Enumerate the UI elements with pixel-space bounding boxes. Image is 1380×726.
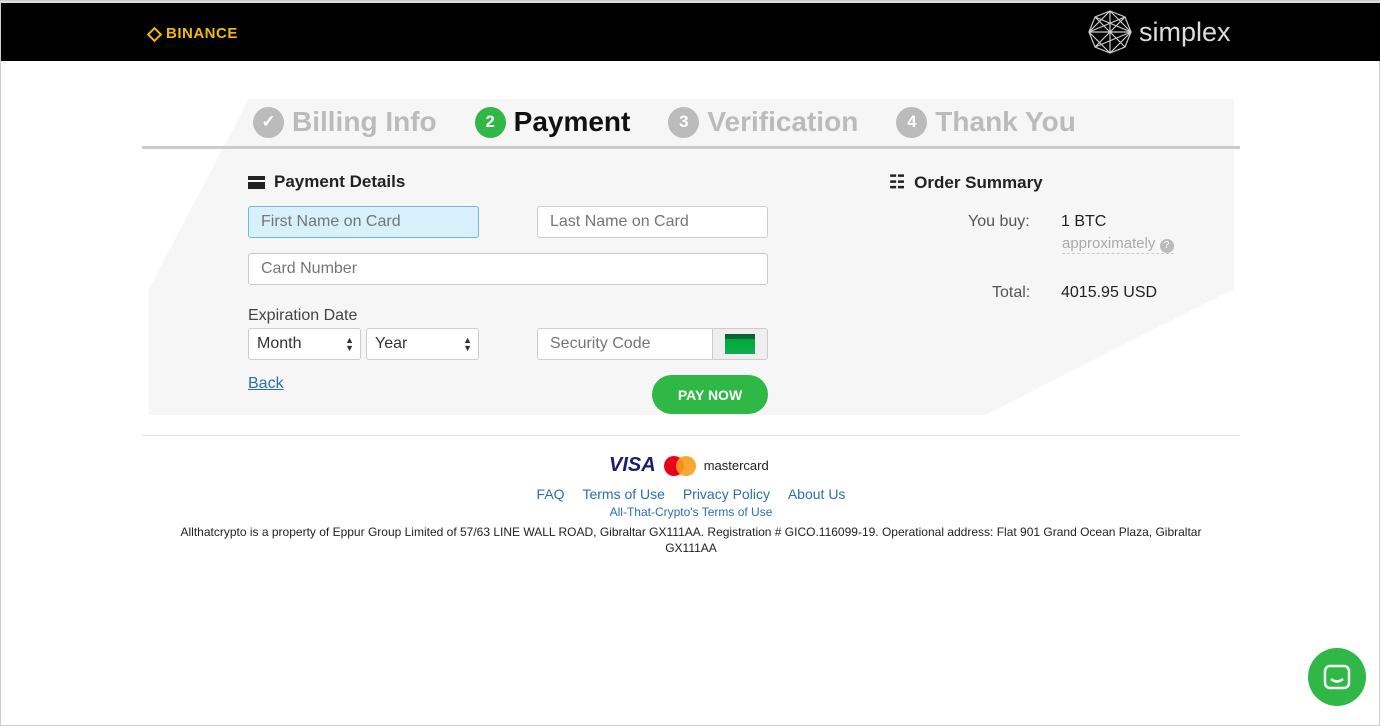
simplex-network-icon	[1088, 10, 1132, 54]
mastercard-logo: mastercard	[703, 458, 769, 473]
section-title: Payment Details	[274, 172, 406, 191]
about-link[interactable]: About Us	[788, 486, 846, 502]
chat-button[interactable]	[1308, 648, 1366, 706]
check-icon: ✓	[253, 106, 284, 138]
step-label: Thank You	[935, 106, 1076, 137]
atc-terms-link[interactable]: All-That-Crypto's Terms of Use	[610, 505, 773, 519]
payment-logos: VISA mastercard	[609, 454, 769, 477]
binance-logo: BINANCE	[146, 25, 238, 42]
footer-divider	[142, 435, 1240, 436]
section-title: Order Summary	[914, 172, 1043, 192]
step-label: Billing Info	[292, 106, 437, 137]
step-payment: 2 Payment	[474, 106, 631, 138]
terms-link[interactable]: Terms of Use	[582, 486, 664, 502]
payment-details-title: Payment Details	[248, 172, 405, 192]
binance-diamond-icon	[146, 26, 163, 42]
step-number: 4	[896, 106, 928, 138]
credit-card-icon	[248, 175, 265, 189]
step-label: Payment	[513, 106, 631, 137]
approx-label: approximately	[1062, 235, 1156, 252]
list-icon: ☷	[889, 172, 906, 192]
security-code-input[interactable]	[537, 328, 713, 360]
step-label: Verification	[707, 106, 859, 137]
legal-text: Allthatcrypto is a property of Eppur Gro…	[180, 525, 1202, 555]
simplex-logo: simplex	[1087, 9, 1231, 55]
last-name-input[interactable]	[537, 206, 768, 238]
chat-icon	[1323, 664, 1351, 690]
brand-name: BINANCE	[166, 25, 238, 42]
year-select[interactable]: Year ▲ ▼	[366, 328, 479, 360]
order-summary-title: ☷ Order Summary	[889, 172, 1043, 193]
step-number: 3	[668, 106, 700, 138]
month-select[interactable]: Month ▲ ▼	[248, 328, 361, 360]
pay-now-button[interactable]: PAY NOW	[652, 375, 768, 414]
total-value: 4015.95 USD	[1061, 284, 1158, 301]
approximately-tooltip[interactable]: approximately ?	[1062, 235, 1174, 254]
select-arrows-icon: ▲ ▼	[345, 335, 354, 353]
step-billing-info: ✓ Billing Info	[253, 106, 437, 138]
footer-links: FAQ Terms of Use Privacy Policy About Us…	[1, 486, 1380, 519]
step-thank-you: 4 Thank You	[896, 106, 1076, 138]
month-value: Month	[257, 335, 302, 352]
checkout-steps: ✓ Billing Info 2 Payment 3 Verification 4 Th…	[253, 99, 1076, 145]
you-buy-value: 1 BTC	[1061, 213, 1107, 230]
help-icon: ?	[1159, 239, 1174, 253]
steps-divider	[142, 146, 1240, 149]
total-label: Total:	[992, 284, 1031, 301]
faq-link[interactable]: FAQ	[537, 486, 565, 502]
first-name-input[interactable]	[248, 206, 479, 238]
top-bar: BINANCE simplex	[1, 1, 1380, 61]
cvv-card-icon	[712, 328, 768, 360]
partner-name: simplex	[1139, 16, 1231, 47]
step-number: 2	[474, 106, 506, 138]
year-value: Year	[375, 335, 408, 352]
mastercard-circles-icon	[663, 455, 696, 476]
back-link[interactable]: Back	[248, 375, 284, 393]
expiration-label: Expiration Date	[248, 307, 358, 324]
visa-logo: VISA	[609, 454, 656, 476]
step-verification: 3 Verification	[668, 106, 858, 138]
card-number-input[interactable]	[248, 253, 768, 285]
you-buy-label: You buy:	[968, 213, 1030, 230]
privacy-link[interactable]: Privacy Policy	[683, 486, 770, 502]
select-arrows-icon: ▲ ▼	[463, 335, 472, 353]
